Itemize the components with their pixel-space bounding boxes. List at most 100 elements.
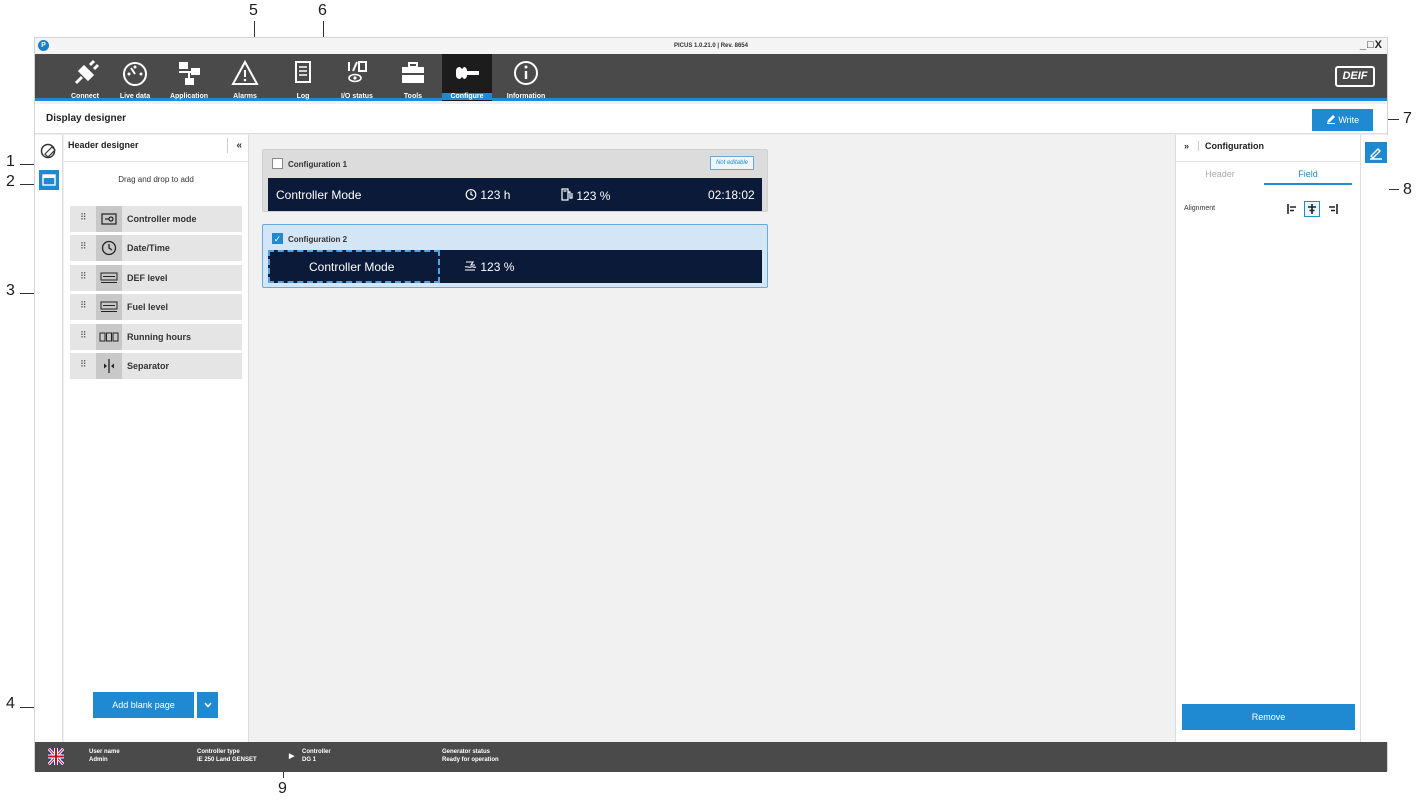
header-item-date-time[interactable]: ⠿ Date/Time <box>70 235 242 261</box>
header-panel-icon <box>42 174 56 186</box>
def-level-value: 123 % <box>480 260 515 274</box>
nav-tools[interactable]: Tools <box>393 54 433 101</box>
drag-handle-icon[interactable]: ⠿ <box>80 241 87 252</box>
configuration-title: Configuration <box>1198 141 1264 151</box>
title-bar: P PICUS 1.0.21.0 | Rev. 8654 _□X <box>35 38 1387 54</box>
nav-io-status[interactable]: I/O status <box>335 54 379 101</box>
header-item-def-level[interactable]: ⠿ DEF level <box>70 265 242 291</box>
screenshot-stage: 5 6 1 2 3 4 7 8 9 P PICUS 1.0.21.0 | Rev… <box>0 0 1427 800</box>
right-rail <box>1360 135 1389 742</box>
controller-mode-icon <box>96 206 122 232</box>
config-card-2[interactable]: ✓ Configuration 2 Controller Mode 123 % <box>262 224 768 288</box>
tab-field[interactable]: Field <box>1264 165 1352 185</box>
drag-handle-icon[interactable]: ⠿ <box>80 330 87 341</box>
window-title: PICUS 1.0.21.0 | Rev. 8654 <box>674 43 748 49</box>
gauge-icon <box>123 62 147 86</box>
callout-9: 9 <box>278 780 287 797</box>
left-rail <box>35 135 63 742</box>
configuration-panel: » Configuration Header Field Alignment R… <box>1175 135 1360 742</box>
nav-log[interactable]: Log <box>281 54 325 101</box>
tab-header[interactable]: Header <box>1176 165 1264 185</box>
controller-type-info: Controller type iE 250 Land GENSET <box>197 748 257 764</box>
nav-live-data[interactable]: Live data <box>113 54 157 101</box>
def-level-icon <box>464 261 477 271</box>
panel-divider <box>64 161 248 162</box>
config-2-checkbox[interactable]: ✓ <box>272 233 283 244</box>
write-button[interactable]: Write <box>1312 109 1373 131</box>
align-left-button[interactable] <box>1284 201 1300 217</box>
wrench-icon <box>456 67 479 79</box>
align-right-button[interactable] <box>1325 201 1341 217</box>
rail-header-designer[interactable] <box>39 170 59 190</box>
app-window: P PICUS 1.0.21.0 | Rev. 8654 _□X Connect… <box>34 37 1389 772</box>
align-right-icon <box>1329 204 1338 214</box>
config-1-title: Configuration 1 <box>288 160 348 169</box>
controller-info: Controller DG 1 <box>302 748 331 764</box>
running-hours-icon <box>96 324 122 350</box>
time-field: 02:18:02 <box>708 188 755 202</box>
not-editable-badge: Not editable <box>709 156 754 170</box>
callout-4: 4 <box>6 695 15 712</box>
nav-application[interactable]: Application <box>163 54 215 101</box>
drag-handle-icon[interactable]: ⠿ <box>80 212 87 223</box>
chevron-down-icon <box>203 702 212 708</box>
io-status-icon <box>348 61 367 83</box>
add-blank-dropdown-button[interactable] <box>197 692 218 718</box>
header-item-fuel-level[interactable]: ⠿ Fuel level <box>70 294 242 320</box>
main-nav: Connect Live data Application Alarms Log… <box>35 54 1387 101</box>
collapse-panel-button[interactable]: « <box>227 138 242 153</box>
controller-mode-field: Controller Mode <box>276 188 362 202</box>
config-1-display-header: Controller Mode 123 h 123 % 02:18:02 <box>268 178 762 211</box>
def-level-icon <box>96 265 122 291</box>
header-item-running-hours[interactable]: ⠿ Running hours <box>70 324 242 350</box>
nav-connect[interactable]: Connect <box>63 54 107 101</box>
def-level-field: 123 % <box>463 260 514 274</box>
add-blank-page-button[interactable]: Add blank page <box>93 692 194 718</box>
drag-handle-icon[interactable]: ⠿ <box>80 300 87 311</box>
controller-type-label: Controller type <box>197 749 240 755</box>
log-icon <box>295 61 311 83</box>
callout-3: 3 <box>6 282 15 299</box>
edit-properties-button[interactable] <box>1365 142 1387 163</box>
nav-alarms[interactable]: Alarms <box>223 54 267 101</box>
nav-configure[interactable]: Configure <box>442 54 492 101</box>
plug-icon <box>74 59 100 85</box>
align-center-icon <box>1308 204 1316 214</box>
running-hours-value: 123 h <box>480 188 511 202</box>
header-item-controller-mode[interactable]: ⠿ Controller mode <box>70 206 242 232</box>
align-left-icon <box>1287 204 1296 214</box>
align-center-button[interactable] <box>1304 201 1320 217</box>
header-item-separator[interactable]: ⠿ Separator <box>70 353 242 379</box>
info-icon <box>514 61 538 85</box>
config-2-title: Configuration 2 <box>288 235 348 244</box>
config-card-1[interactable]: Configuration 1 Not editable Controller … <box>262 149 768 212</box>
generator-status-info: Generator status Ready for operation <box>442 748 499 764</box>
play-icon: ▶ <box>289 753 295 760</box>
controller-value: DG 1 <box>302 757 317 763</box>
picus-logo-icon: P <box>38 40 49 51</box>
generator-status-value: Ready for operation <box>442 757 499 763</box>
drag-handle-icon[interactable]: ⠿ <box>80 359 87 370</box>
header-designer-panel: Header designer « Drag and drop to add ⠿… <box>64 135 249 742</box>
expand-panel-button[interactable]: » <box>1184 141 1189 151</box>
fuel-level-value: 123 % <box>576 189 611 203</box>
callout-8: 8 <box>1403 181 1412 198</box>
controller-mode-field: Controller Mode <box>309 260 395 274</box>
drag-handle-icon[interactable]: ⠿ <box>80 271 87 282</box>
config-1-checkbox[interactable] <box>272 158 283 169</box>
toolbox-icon <box>402 62 424 83</box>
clock-icon <box>96 235 122 261</box>
alignment-label: Alignment <box>1184 205 1216 212</box>
rail-display-designer[interactable] <box>39 141 59 161</box>
callout-5: 5 <box>249 2 258 19</box>
page-title: Display designer <box>46 113 127 124</box>
application-icon <box>179 62 200 85</box>
pen-icon <box>1326 115 1335 124</box>
uk-flag-icon[interactable] <box>48 748 64 765</box>
warning-icon <box>231 59 259 85</box>
deif-logo: DEIF <box>1335 66 1375 87</box>
window-controls[interactable]: _□X <box>1360 38 1383 52</box>
nav-information[interactable]: Information <box>501 54 551 101</box>
remove-button[interactable]: Remove <box>1182 704 1355 730</box>
callout-1: 1 <box>6 153 15 170</box>
